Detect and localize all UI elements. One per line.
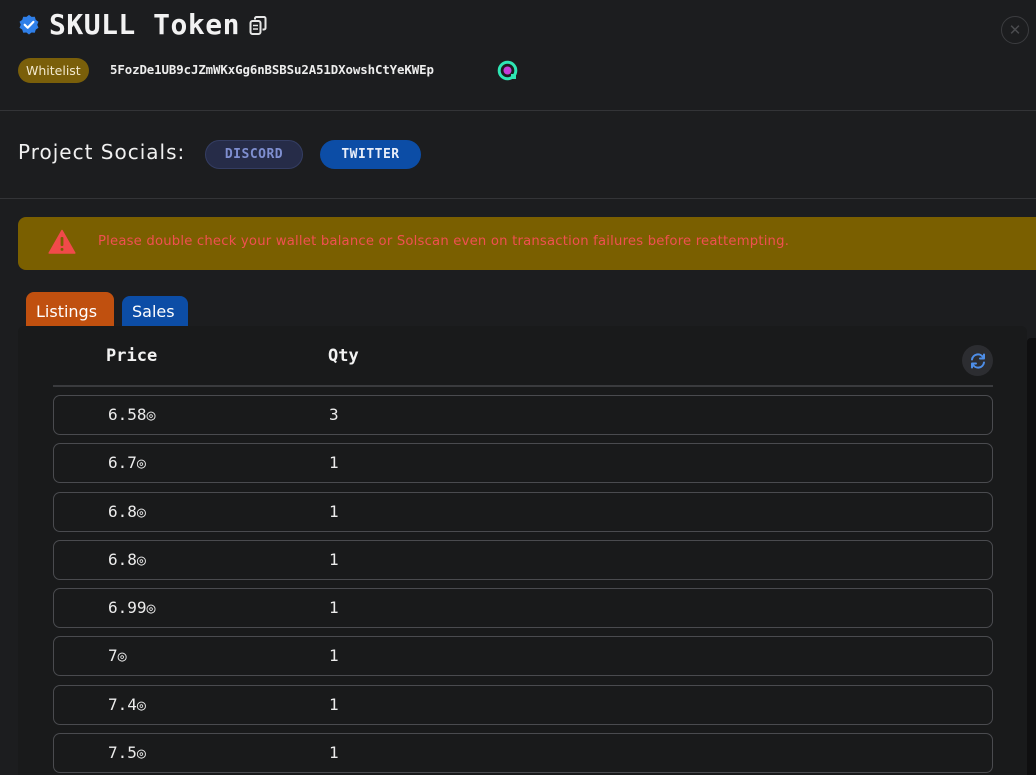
warning-text: Please double check your wallet balance … bbox=[98, 234, 790, 249]
qty-cell: 3 bbox=[329, 405, 339, 424]
sol-icon: ◎ bbox=[136, 454, 146, 473]
qty-cell: 1 bbox=[329, 501, 339, 521]
qty-cell: 1 bbox=[329, 598, 339, 618]
price-cell: 6.58◎ bbox=[108, 405, 156, 424]
price-cell: 6.7◎ bbox=[108, 453, 146, 473]
close-icon: ✕ bbox=[1008, 21, 1022, 39]
refresh-button[interactable] bbox=[962, 345, 993, 376]
table-row[interactable]: 6.58◎ 3 bbox=[53, 395, 993, 435]
price-cell: 6.8◎ bbox=[108, 501, 146, 521]
table-row[interactable]: 7.4◎ 1 bbox=[53, 684, 993, 725]
table-header-rule bbox=[53, 385, 993, 387]
qty-cell: 1 bbox=[329, 694, 339, 714]
price-cell: 7◎ bbox=[108, 646, 127, 666]
column-header-qty: Qty bbox=[328, 346, 359, 366]
qty-cell: 1 bbox=[329, 646, 339, 666]
qty-cell: 1 bbox=[329, 743, 339, 763]
scrollbar[interactable] bbox=[1027, 338, 1036, 775]
sol-icon: ◎ bbox=[146, 599, 156, 618]
tab-listings[interactable]: Listings bbox=[26, 292, 114, 328]
sol-icon: ◎ bbox=[136, 550, 146, 569]
listings-table: 6.58◎ 3 6.7◎ 1 6.8◎ 1 6.8◎ 1 6.99◎ 1 7◎ … bbox=[53, 395, 993, 775]
sol-icon: ◎ bbox=[136, 744, 146, 763]
price-cell: 7.4◎ bbox=[108, 694, 146, 714]
warning-banner: Please double check your wallet balance … bbox=[18, 217, 1036, 270]
table-row[interactable]: 6.8◎ 1 bbox=[53, 491, 993, 532]
sol-icon: ◎ bbox=[136, 695, 146, 714]
table-row[interactable]: 6.7◎ 1 bbox=[53, 443, 993, 484]
qty-cell: 1 bbox=[329, 453, 339, 473]
divider bbox=[0, 198, 1036, 199]
table-row[interactable]: 7◎ 1 bbox=[53, 636, 993, 677]
token-header: SKULL Token ✕ Whitelist 5FozDe1UB9cJZmWK… bbox=[0, 0, 1036, 110]
table-row[interactable]: 6.8◎ 1 bbox=[53, 539, 993, 580]
close-button[interactable]: ✕ bbox=[1001, 16, 1029, 44]
whitelist-badge: Whitelist bbox=[18, 58, 89, 83]
column-header-price: Price bbox=[106, 346, 158, 366]
refresh-icon bbox=[970, 352, 985, 369]
price-cell: 7.5◎ bbox=[108, 743, 146, 763]
verified-badge-icon bbox=[19, 14, 39, 35]
token-detail-page: SKULL Token ✕ Whitelist 5FozDe1UB9cJZmWK… bbox=[0, 0, 1036, 775]
qty-cell: 1 bbox=[329, 549, 339, 569]
sol-icon: ◎ bbox=[117, 647, 127, 666]
table-row[interactable]: 7.5◎ 1 bbox=[53, 733, 993, 774]
table-row[interactable]: 6.99◎ 1 bbox=[53, 588, 993, 629]
mint-address: 5FozDe1UB9cJZmWKxGg6nBSBSu2A51DXowshCtYe… bbox=[110, 62, 434, 77]
divider bbox=[0, 110, 1036, 111]
price-cell: 6.8◎ bbox=[108, 549, 146, 569]
discord-link-button[interactable]: DISCORD bbox=[205, 140, 303, 169]
price-cell: 6.99◎ bbox=[108, 598, 156, 618]
twitter-link-button[interactable]: TWITTER bbox=[320, 140, 421, 169]
sol-icon: ◎ bbox=[136, 502, 146, 521]
socials-label: Project Socials: bbox=[18, 140, 186, 164]
explorer-link-icon[interactable] bbox=[497, 60, 518, 81]
sol-icon: ◎ bbox=[146, 406, 156, 424]
warning-triangle-icon bbox=[48, 229, 76, 254]
token-title: SKULL Token bbox=[49, 8, 240, 41]
copy-icon[interactable] bbox=[249, 16, 267, 36]
